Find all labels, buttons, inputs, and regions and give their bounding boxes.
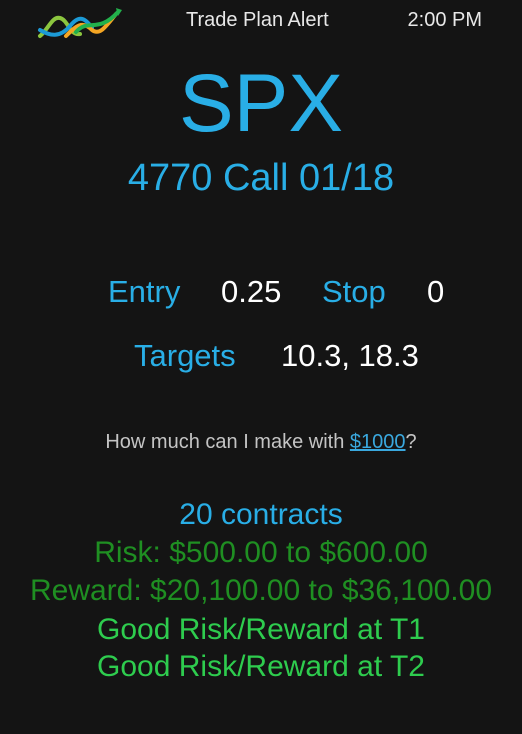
stop-value: 0 [427, 274, 445, 309]
contracts-count: 20 contracts [179, 498, 343, 531]
question-suffix: ? [405, 431, 417, 453]
option-contract: 4770 Call 01/18 [127, 157, 395, 199]
reward-range: Reward: $20,100.00 to $36,100.00 [29, 574, 493, 607]
alert-title: Trade Plan Alert [186, 9, 329, 31]
question-prefix: How much can I make with [105, 431, 350, 453]
risk-reward-t1: Good Risk/Reward at T1 [97, 613, 425, 646]
ticker-symbol: SPX [178, 58, 344, 149]
stop-label: Stop [322, 274, 386, 309]
alert-time: 2:00 PM [407, 9, 482, 31]
risk-range: Risk: $500.00 to $600.00 [94, 536, 428, 569]
targets-label: Targets [134, 338, 236, 373]
entry-label: Entry [108, 274, 181, 309]
profit-question: How much can I make with $1000? [0, 429, 522, 455]
investment-amount-link[interactable]: $1000 [350, 431, 406, 453]
risk-reward-t2: Good Risk/Reward at T2 [97, 650, 425, 683]
entry-value: 0.25 [221, 274, 282, 309]
targets-value: 10.3, 18.3 [281, 338, 419, 373]
trend-chart-logo-icon [38, 8, 122, 38]
